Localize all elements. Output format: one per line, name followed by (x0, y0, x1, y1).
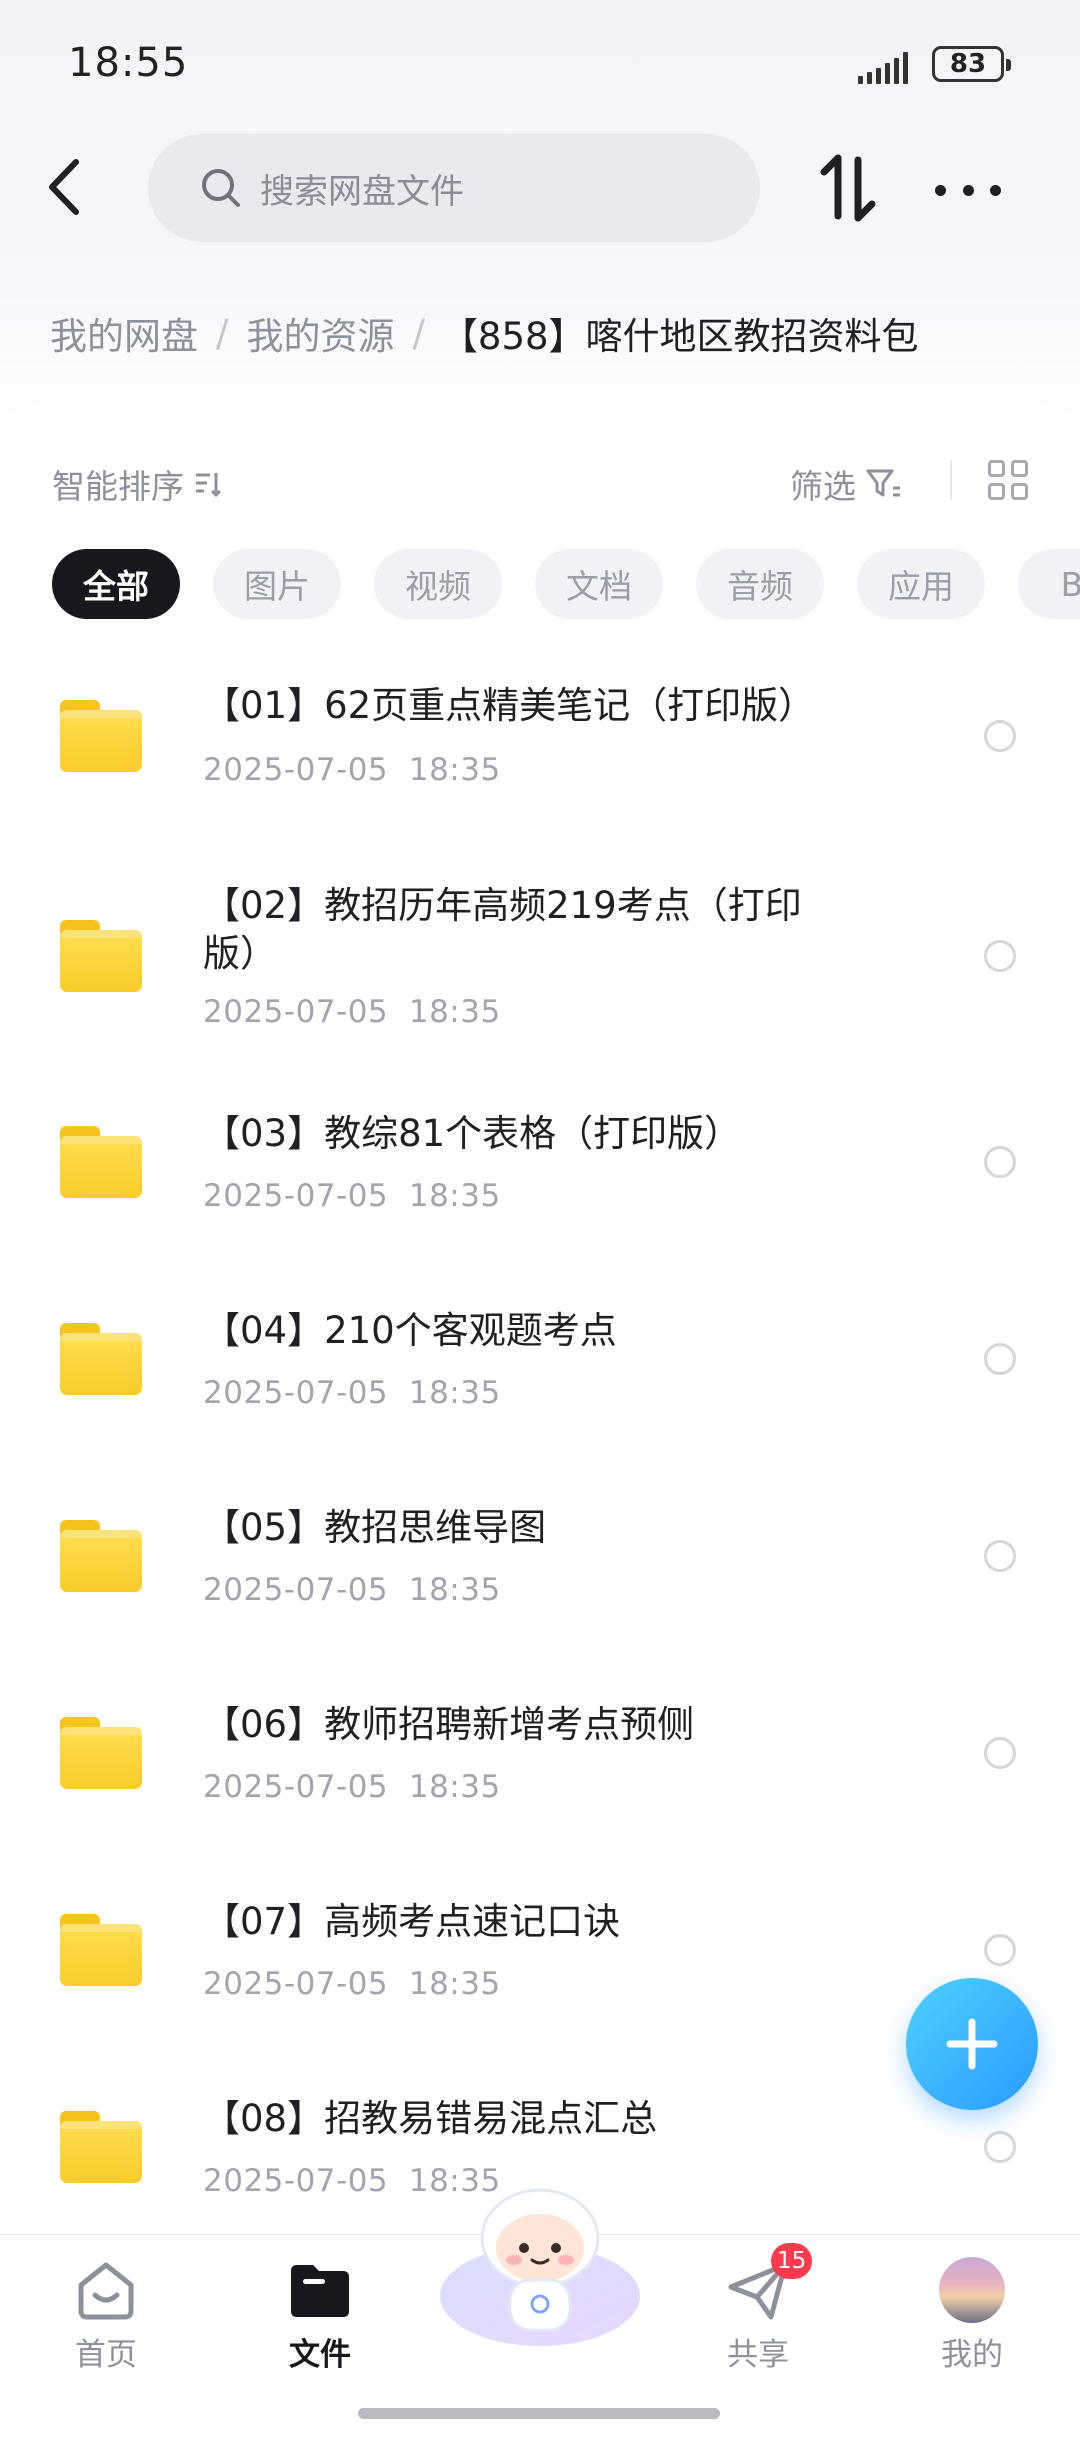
share-badge: 15 (771, 2243, 813, 2279)
breadcrumb: 我的网盘 / 我的资源 / 【858】喀什地区教招资料包 (50, 306, 919, 360)
smart-sort-button[interactable]: 智能排序 (52, 460, 224, 508)
list-item[interactable]: 【01】62页重点精美笔记（打印版） 2025-07-05 18:35 (0, 660, 1080, 840)
file-date: 2025-07-05 18:35 (203, 1966, 501, 2002)
breadcrumb-current: 【858】喀什地区教招资料包 (440, 315, 919, 358)
select-radio[interactable] (984, 1146, 1016, 1178)
list-item[interactable]: 【02】教招历年高频219考点（打印版） 2025-07-05 18:35 (0, 872, 1080, 1052)
file-date: 2025-07-05 18:35 (203, 1572, 501, 1608)
sort-arrows-icon (820, 154, 876, 222)
select-radio[interactable] (984, 940, 1016, 972)
more-dot (990, 184, 1001, 196)
folder-nav-icon (287, 2257, 353, 2323)
nav-files[interactable]: 文件 (250, 2257, 390, 2374)
select-radio[interactable] (984, 2131, 1016, 2163)
grid-icon (1011, 460, 1028, 477)
folder-icon (60, 1126, 142, 1198)
battery-level: 83 (949, 49, 987, 79)
list-item[interactable]: 【03】教综81个表格（打印版） 2025-07-05 18:35 (0, 1100, 1080, 1280)
filter-icon (866, 469, 900, 497)
nav-share[interactable]: 15 共享 (688, 2243, 828, 2374)
folder-icon (60, 700, 142, 772)
chevron-left-icon (49, 159, 79, 215)
sort-order-icon (196, 473, 222, 498)
add-button[interactable] (906, 1978, 1038, 2110)
grid-icon (988, 483, 1005, 500)
file-name: 【03】教综81个表格（打印版） (203, 1112, 742, 1155)
search-input[interactable]: 搜索网盘文件 (148, 134, 760, 242)
breadcrumb-item[interactable]: 我的网盘 (50, 306, 198, 360)
search-icon (202, 169, 240, 207)
signal-icon (858, 50, 908, 84)
nav-home-label: 首页 (75, 2337, 137, 2373)
paper-plane-icon: 15 (725, 2243, 813, 2323)
breadcrumb-item[interactable]: 我的资源 (246, 306, 394, 360)
back-button[interactable] (40, 152, 90, 222)
avatar (939, 2257, 1005, 2323)
select-radio[interactable] (984, 1934, 1016, 1966)
folder-icon (60, 1323, 142, 1395)
battery-icon: 83 (932, 46, 1011, 82)
nav-home[interactable]: 首页 (36, 2257, 176, 2374)
sort-button[interactable] (818, 150, 878, 226)
chip-apps[interactable]: 应用 (857, 549, 985, 619)
file-date: 2025-07-05 18:35 (203, 1375, 501, 1411)
file-date: 2025-07-05 18:35 (203, 994, 501, 1030)
list-item[interactable]: 【04】210个客观题考点 2025-07-05 18:35 (0, 1297, 1080, 1477)
plus-icon (946, 2018, 998, 2070)
breadcrumb-separator: / (412, 311, 425, 355)
file-name: 【05】教招思维导图 (203, 1506, 547, 1549)
file-date: 2025-07-05 18:35 (203, 752, 501, 788)
file-name: 【01】62页重点精美笔记（打印版） (203, 684, 816, 727)
search-placeholder: 搜索网盘文件 (260, 171, 464, 212)
home-icon (73, 2257, 139, 2323)
sort-label: 智能排序 (52, 467, 184, 506)
select-radio[interactable] (984, 720, 1016, 752)
mascot-assistant[interactable] (434, 2176, 646, 2350)
more-dot (962, 184, 974, 196)
list-item[interactable]: 【05】教招思维导图 2025-07-05 18:35 (0, 1494, 1080, 1674)
filter-label: 筛选 (790, 467, 856, 506)
file-name: 【07】高频考点速记口诀 (203, 1900, 621, 1943)
grid-view-button[interactable] (988, 460, 1028, 500)
nav-me-label: 我的 (941, 2337, 1003, 2373)
select-radio[interactable] (984, 1737, 1016, 1769)
file-date: 2025-07-05 18:35 (203, 1769, 501, 1805)
list-item[interactable]: 【06】教师招聘新增考点预侧 2025-07-05 18:35 (0, 1691, 1080, 1871)
category-chips: 全部图片视频文档音频应用 BT (52, 549, 1080, 619)
select-radio[interactable] (984, 1540, 1016, 1572)
chip-documents[interactable]: 文档 (535, 549, 663, 619)
nav-files-label: 文件 (289, 2337, 351, 2373)
nav-share-label: 共享 (727, 2337, 789, 2373)
filter-button[interactable]: 筛选 (790, 460, 902, 508)
toolbar-divider (950, 460, 952, 500)
folder-icon (60, 2111, 142, 2183)
folder-icon (60, 920, 142, 992)
chip-bt[interactable]: BT (1018, 549, 1080, 619)
more-button[interactable] (935, 170, 1001, 210)
file-name: 【02】教招历年高频219考点（打印版） (203, 884, 802, 975)
folder-icon (60, 1520, 142, 1592)
file-date: 2025-07-05 18:35 (203, 1178, 501, 1214)
chip-images[interactable]: 图片 (213, 549, 341, 619)
chip-all[interactable]: 全部 (52, 549, 180, 619)
grid-icon (1011, 483, 1028, 500)
nav-me[interactable]: 我的 (902, 2257, 1042, 2374)
file-name: 【08】招教易错易混点汇总 (203, 2097, 658, 2140)
folder-icon (60, 1717, 142, 1789)
breadcrumb-separator: / (216, 311, 229, 355)
file-name: 【06】教师招聘新增考点预侧 (203, 1703, 695, 1746)
home-indicator (358, 2408, 720, 2419)
grid-icon (988, 460, 1005, 477)
select-radio[interactable] (984, 1343, 1016, 1375)
status-time: 18:55 (68, 40, 189, 86)
file-name: 【04】210个客观题考点 (203, 1309, 617, 1352)
chip-videos[interactable]: 视频 (374, 549, 502, 619)
chip-audio[interactable]: 音频 (696, 549, 824, 619)
folder-icon (60, 1914, 142, 1986)
more-dot (935, 184, 946, 196)
